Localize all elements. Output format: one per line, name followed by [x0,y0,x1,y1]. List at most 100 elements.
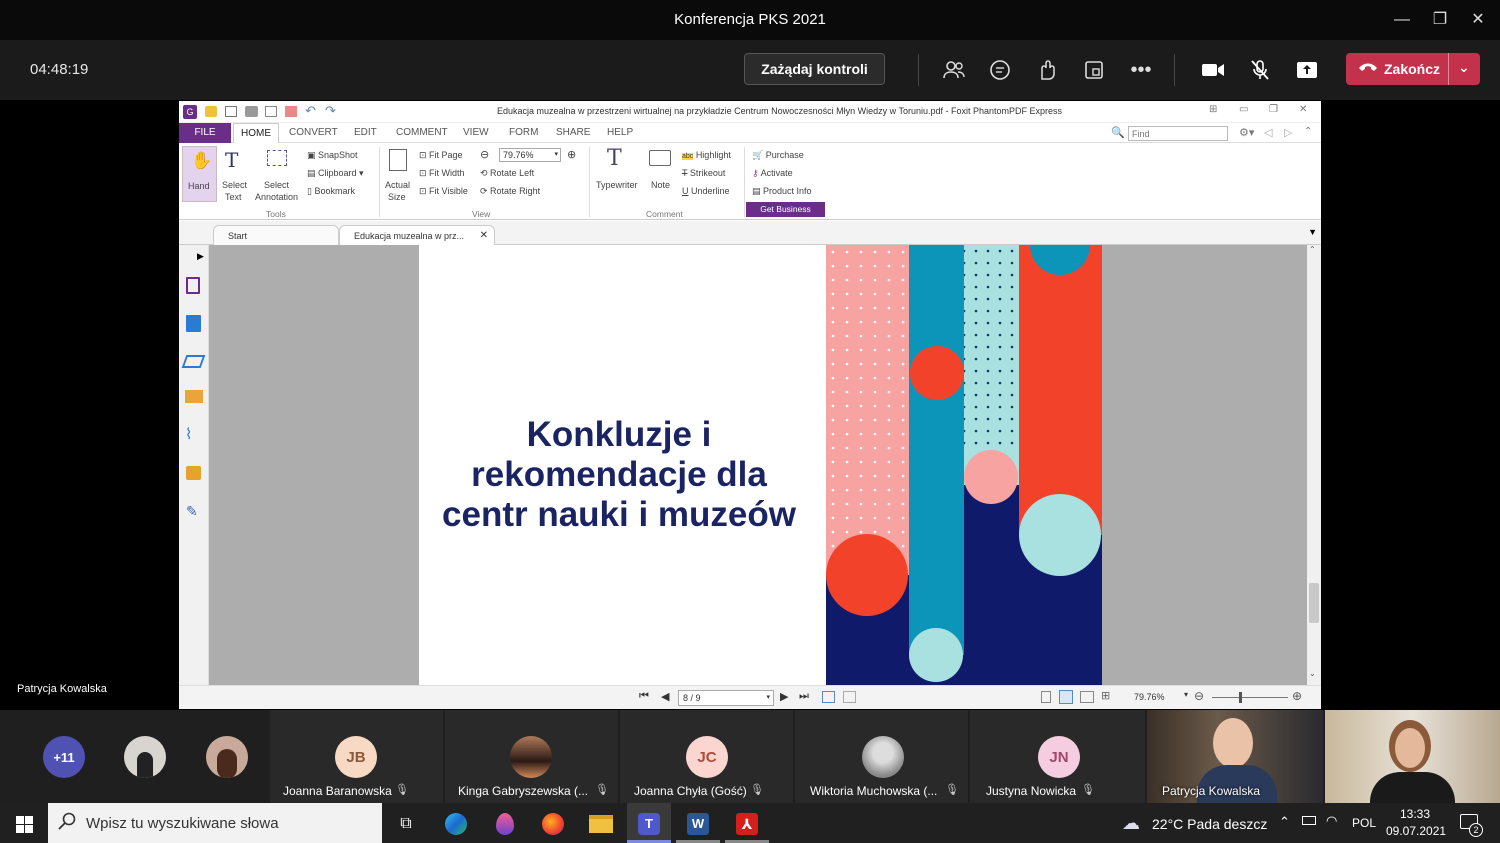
file-explorer-icon[interactable] [588,811,614,837]
zoom-slider-track[interactable] [1212,697,1288,698]
signature-icon[interactable]: ✎ [186,503,198,520]
tab-home[interactable]: HOME [233,123,279,144]
get-business-button[interactable]: Get Business [746,202,825,217]
purchase-button[interactable]: 🛒 Purchase [752,150,804,161]
chat-icon[interactable] [986,56,1014,84]
mic-muted-icon[interactable] [1246,56,1274,84]
security-lock-icon[interactable] [186,466,201,480]
rooms-icon[interactable] [1080,56,1108,84]
page-number-input[interactable]: 8 / 9 ▾ [678,690,774,706]
zoom-in-icon[interactable]: ⊕ [567,148,576,161]
document-viewport[interactable]: Konkluzje i rekomendacje dla centr nauki… [209,245,1307,685]
battery-icon[interactable] [1302,816,1316,825]
typewriter-button[interactable]: T Typewriter [593,146,641,202]
participant-tile[interactable]: Wiktoria Muchowska (... 🎙 [795,710,968,803]
activate-button[interactable]: ⚷ Activate [752,168,793,179]
participant-tile[interactable]: JC Joanna Chyła (Gość) 🎙 [620,710,793,803]
scan-icon[interactable] [265,106,277,117]
fit-visible-button[interactable]: ⊡ Fit Visible [419,186,468,197]
single-page-icon[interactable] [1041,691,1051,703]
tab-comment[interactable]: COMMENT [396,127,448,138]
tab-start[interactable]: Start [213,225,339,245]
clipboard-button[interactable]: ▤ Clipboard ▾ [307,168,364,179]
edge-icon[interactable] [443,811,469,837]
next-page-icon[interactable]: ▶ [780,690,788,703]
reactions-icon[interactable] [1033,56,1061,84]
zoom-slider-thumb[interactable] [1239,692,1242,703]
close-icon[interactable]: ✕ [1299,104,1307,115]
actual-size-button[interactable]: Actual Size [384,146,412,202]
previous-page-icon[interactable]: ◀ [661,690,669,703]
scroll-down-icon[interactable]: ⌄ [1309,669,1316,678]
pdf-taskbar-button[interactable]: ⅄ [725,803,769,843]
end-call-button[interactable]: Zakończ ⌄ [1346,53,1480,85]
fit-page-button[interactable]: ⊡ Fit Page [419,150,463,161]
attachments-icon[interactable]: ⌇ [185,425,192,443]
camera-icon[interactable] [1199,56,1227,84]
more-options-icon[interactable]: ••• [1127,56,1155,84]
select-annotation-button[interactable]: Select Annotation [255,146,301,202]
last-page-icon[interactable]: ⏭ [799,690,809,703]
open-icon[interactable] [205,106,217,117]
self-video-tile[interactable] [1325,710,1500,803]
teams-taskbar-button[interactable]: T [627,803,671,843]
continuous-icon[interactable] [1059,690,1073,704]
highlight-button[interactable]: abc Highlight [682,150,731,160]
tab-share[interactable]: SHARE [556,127,590,138]
fit-width-button[interactable]: ⊡ Fit Width [419,168,465,179]
rotate-left-button[interactable]: ⟲ Rotate Left [480,168,534,179]
participant-tile[interactable]: JN Justyna Nowicka 🎙 [970,710,1145,803]
participant-video-tile[interactable]: Patrycja Kowalska [1147,710,1323,803]
weather-cloud-icon[interactable]: ☁ [1122,813,1140,834]
snapshot-button[interactable]: ▣ SnapShot [307,150,358,161]
request-control-button[interactable]: Zażądaj kontroli [744,53,885,85]
word-taskbar-button[interactable]: W [676,803,720,843]
taskbar-search[interactable]: Wpisz tu wyszukiwane słowa [48,803,382,843]
undo-icon[interactable]: ↶ [305,103,316,119]
back-icon[interactable]: ◁ [1264,126,1272,139]
weather-text[interactable]: 22°C Pada deszcz [1152,816,1267,832]
status-zoom-value[interactable]: 79.76% [1134,692,1165,702]
comments-icon[interactable] [185,390,203,403]
close-tab-icon[interactable]: ✕ [480,230,488,241]
tab-document[interactable]: Edukacja muzealna w prz... ✕ [339,225,495,245]
folder-search-icon[interactable]: 🔍 [1111,126,1125,139]
participant-tile[interactable]: Kinga Gabryszewska (... 🎙 [445,710,618,803]
tab-file[interactable]: FILE [179,123,231,143]
windows-start-icon[interactable] [11,811,37,837]
chevron-up-icon[interactable]: ⌃ [1279,814,1290,830]
more-participants-badge[interactable]: +11 [43,736,85,778]
first-page-icon[interactable]: ⏮ [639,690,649,703]
facing-icon[interactable] [1080,691,1094,703]
participant-tile[interactable]: JB Joanna Baranowska 🎙 [270,710,443,803]
collapse-ribbon-icon[interactable]: ⌃ [1304,126,1312,137]
zoom-out-icon[interactable]: ⊖ [1194,689,1204,703]
print-icon[interactable] [245,106,258,117]
next-view-icon[interactable] [843,691,856,703]
tab-edit[interactable]: EDIT [354,127,377,138]
strikeout-button[interactable]: T Strikeout [682,168,725,178]
share-icon[interactable] [1293,56,1321,84]
vertical-scrollbar[interactable]: ⌃ ⌄ [1307,245,1321,685]
find-input[interactable] [1128,126,1228,141]
bookmark-button[interactable]: ▯ Bookmark [307,186,355,197]
minimize-icon[interactable]: ▭ [1239,104,1248,115]
note-button[interactable]: Note [645,146,675,202]
firefox-icon[interactable] [540,811,566,837]
rotate-right-button[interactable]: ⟳ Rotate Right [480,186,540,197]
app-droplet-icon[interactable] [492,811,518,837]
restore-icon[interactable]: ❐ [1269,104,1278,115]
previous-view-icon[interactable] [822,691,835,703]
tab-list-icon[interactable]: ▼ [1308,227,1317,237]
settings-icon[interactable]: ⚙▾ [1239,126,1254,139]
layers-icon[interactable] [181,355,206,368]
bookmarks-icon[interactable] [186,277,200,294]
product-info-button[interactable]: ▤ Product Info [752,186,812,197]
zoom-select[interactable]: 79.76% ▾ [499,148,561,162]
continuous-facing-icon[interactable]: ⊞ [1101,689,1110,702]
tab-form[interactable]: FORM [509,127,538,138]
hand-tool-button[interactable]: ✋ Hand [182,146,217,202]
new-icon[interactable] [285,106,297,117]
chevron-down-icon[interactable]: ⌄ [1458,59,1470,76]
expand-panel-icon[interactable]: ▶ [197,251,204,262]
